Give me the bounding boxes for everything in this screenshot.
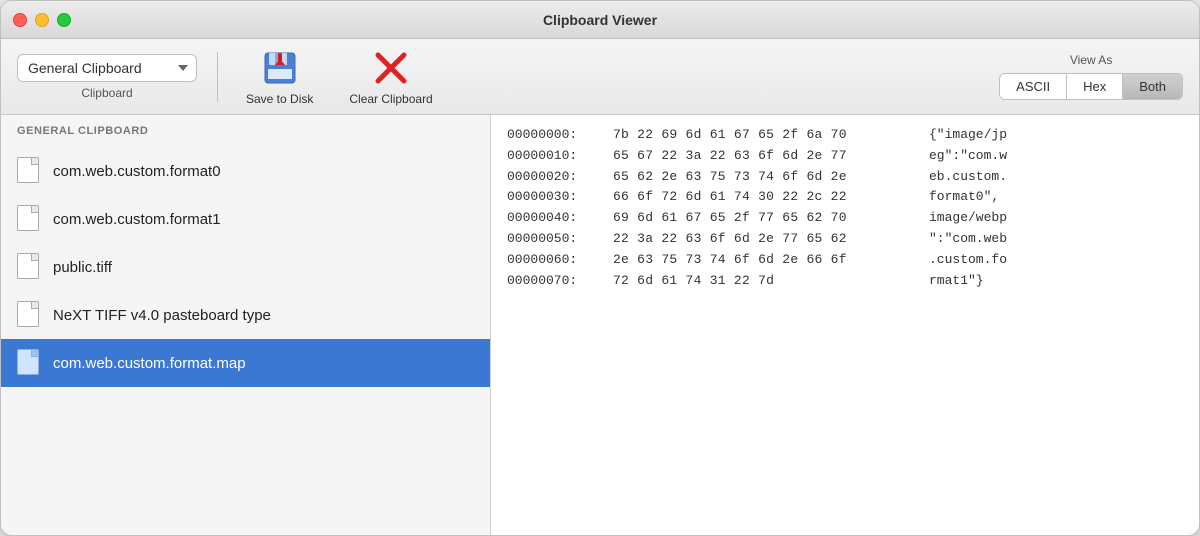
- hex-address: 00000030:: [507, 187, 597, 208]
- save-disk-icon: [260, 48, 300, 88]
- hex-row: 00000030: 66 6f 72 6d 61 74 30 22 2c 22 fo…: [507, 187, 1183, 208]
- file-icon: [17, 253, 41, 281]
- hex-address: 00000000:: [507, 125, 597, 146]
- titlebar: Clipboard Viewer: [1, 1, 1199, 39]
- item-name: public.tiff: [53, 259, 112, 276]
- clipboard-select[interactable]: General Clipboard: [17, 54, 197, 82]
- file-icon: [17, 157, 41, 185]
- close-button[interactable]: [13, 13, 27, 27]
- hex-row: 00000000: 7b 22 69 6d 61 67 65 2f 6a 70 {"…: [507, 125, 1183, 146]
- hex-bytes: 65 62 2e 63 75 73 74 6f 6d 2e: [613, 167, 913, 188]
- window-controls: [13, 13, 71, 27]
- hex-ascii: format0",: [929, 187, 999, 208]
- save-to-disk-button[interactable]: Save to Disk: [238, 44, 321, 110]
- view-ascii-button[interactable]: ASCII: [1000, 74, 1067, 99]
- hex-viewer: 00000000: 7b 22 69 6d 61 67 65 2f 6a 70 {"…: [491, 115, 1199, 535]
- save-to-disk-label: Save to Disk: [246, 92, 313, 106]
- hex-bytes: 69 6d 61 67 65 2f 77 65 62 70: [613, 208, 913, 229]
- hex-row: 00000050: 22 3a 22 63 6f 6d 2e 77 65 62 ":…: [507, 229, 1183, 250]
- file-icon: [17, 349, 41, 377]
- hex-row: 00000070: 72 6d 61 74 31 22 7d rmat1"}: [507, 271, 1183, 292]
- hex-bytes: 66 6f 72 6d 61 74 30 22 2c 22: [613, 187, 913, 208]
- hex-bytes: 22 3a 22 63 6f 6d 2e 77 65 62: [613, 229, 913, 250]
- clipboard-select-wrapper: General Clipboard Clipboard: [17, 54, 197, 100]
- clear-clipboard-button[interactable]: Clear Clipboard: [341, 44, 440, 110]
- list-item[interactable]: public.tiff: [1, 243, 490, 291]
- clear-clipboard-icon: [371, 48, 411, 88]
- hex-ascii: rmat1"}: [929, 271, 984, 292]
- clipboard-viewer-window: Clipboard Viewer General Clipboard Clipb…: [0, 0, 1200, 536]
- sidebar-header: General Clipboard: [1, 115, 490, 143]
- item-name: com.web.custom.format.map: [53, 355, 246, 372]
- view-hex-button[interactable]: Hex: [1067, 74, 1123, 99]
- list-item[interactable]: com.web.custom.format0: [1, 147, 490, 195]
- main-content: General Clipboard com.web.custom.format0…: [1, 115, 1199, 535]
- hex-bytes: 2e 63 75 73 74 6f 6d 2e 66 6f: [613, 250, 913, 271]
- item-name: NeXT TIFF v4.0 pasteboard type: [53, 307, 271, 324]
- hex-address: 00000050:: [507, 229, 597, 250]
- hex-address: 00000060:: [507, 250, 597, 271]
- window-title: Clipboard Viewer: [543, 12, 657, 28]
- clipboard-label: Clipboard: [81, 86, 132, 100]
- minimize-button[interactable]: [35, 13, 49, 27]
- hex-bytes: 7b 22 69 6d 61 67 65 2f 6a 70: [613, 125, 913, 146]
- hex-address: 00000040:: [507, 208, 597, 229]
- hex-ascii: eg":"com.w: [929, 146, 1007, 167]
- sidebar: General Clipboard com.web.custom.format0…: [1, 115, 491, 535]
- item-name: com.web.custom.format0: [53, 163, 221, 180]
- view-as-buttons: ASCII Hex Both: [999, 73, 1183, 100]
- hex-address: 00000010:: [507, 146, 597, 167]
- hex-row: 00000040: 69 6d 61 67 65 2f 77 65 62 70 im…: [507, 208, 1183, 229]
- hex-ascii: image/webp: [929, 208, 1007, 229]
- maximize-button[interactable]: [57, 13, 71, 27]
- hex-row: 00000020: 65 62 2e 63 75 73 74 6f 6d 2e eb…: [507, 167, 1183, 188]
- hex-address: 00000070:: [507, 271, 597, 292]
- hex-ascii: eb.custom.: [929, 167, 1007, 188]
- file-icon: [17, 205, 41, 233]
- hex-ascii: {"image/jp: [929, 125, 1007, 146]
- list-item[interactable]: com.web.custom.format1: [1, 195, 490, 243]
- sidebar-list: com.web.custom.format0 com.web.custom.fo…: [1, 143, 490, 535]
- hex-bytes: 65 67 22 3a 22 63 6f 6d 2e 77: [613, 146, 913, 167]
- view-both-button[interactable]: Both: [1123, 74, 1182, 99]
- hex-address: 00000020:: [507, 167, 597, 188]
- hex-bytes: 72 6d 61 74 31 22 7d: [613, 271, 913, 292]
- list-item-active[interactable]: com.web.custom.format.map: [1, 339, 490, 387]
- hex-row: 00000060: 2e 63 75 73 74 6f 6d 2e 66 6f .c…: [507, 250, 1183, 271]
- toolbar-divider: [217, 52, 218, 102]
- view-as-label: View As: [1070, 53, 1112, 67]
- view-as-section: View As ASCII Hex Both: [999, 53, 1183, 100]
- hex-ascii: .custom.fo: [929, 250, 1007, 271]
- file-icon: [17, 301, 41, 329]
- list-item[interactable]: NeXT TIFF v4.0 pasteboard type: [1, 291, 490, 339]
- hex-ascii: ":"com.web: [929, 229, 1007, 250]
- item-name: com.web.custom.format1: [53, 211, 221, 228]
- toolbar: General Clipboard Clipboard: [1, 39, 1199, 115]
- hex-row: 00000010: 65 67 22 3a 22 63 6f 6d 2e 77 eg…: [507, 146, 1183, 167]
- clear-clipboard-label: Clear Clipboard: [349, 92, 432, 106]
